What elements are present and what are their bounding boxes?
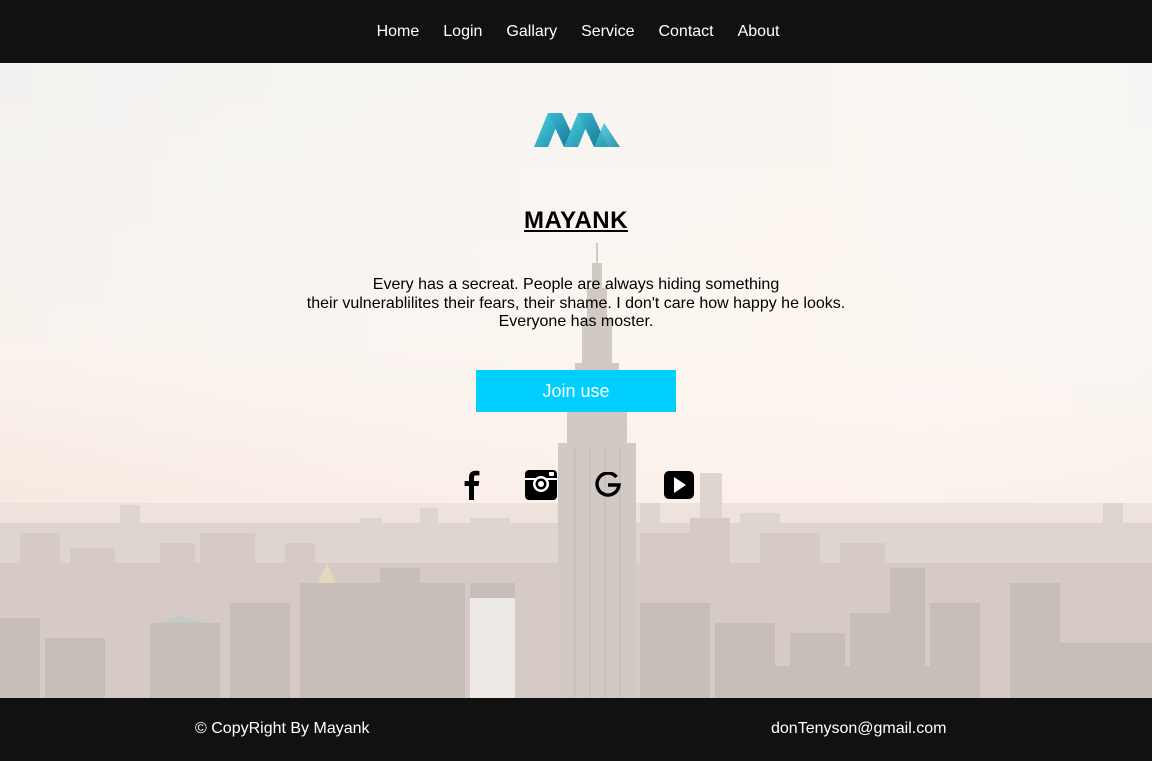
facebook-icon[interactable] xyxy=(458,467,486,503)
hero-description: Every has a secreat. People are always h… xyxy=(0,276,1152,332)
hero-text-line: Everyone has moster. xyxy=(498,313,654,330)
nav-link-contact[interactable]: Contact xyxy=(658,22,713,42)
nav-link-login[interactable]: Login xyxy=(443,22,482,42)
hero-section: MAYANK Every has a secreat. People are a… xyxy=(0,63,1152,698)
nav-menu: Home Login Gallary Service Contact About xyxy=(361,22,792,42)
footer: © CopyRight By Mayank donTenyson@gmail.c… xyxy=(0,698,1152,761)
page: Home Login Gallary Service Contact About xyxy=(0,0,1152,761)
nav-link-about[interactable]: About xyxy=(738,22,780,42)
nav-link-gallery[interactable]: Gallary xyxy=(506,22,557,42)
hero-title: MAYANK xyxy=(524,207,628,234)
footer-email-link[interactable]: donTenyson@gmail.com xyxy=(771,720,946,738)
instagram-icon[interactable] xyxy=(523,467,559,503)
footer-copyright: © CopyRight By Mayank xyxy=(195,720,370,737)
mm-logo-icon xyxy=(532,111,622,149)
nav-link-service[interactable]: Service xyxy=(581,22,634,42)
hero-text-line: their vulnerablilites their fears, their… xyxy=(306,294,846,312)
hero-text-line: Every has a secreat. People are always h… xyxy=(372,276,780,293)
top-navbar: Home Login Gallary Service Contact About xyxy=(0,0,1152,63)
join-button[interactable]: Join use xyxy=(476,370,676,412)
nav-link-home[interactable]: Home xyxy=(377,22,420,42)
youtube-icon[interactable] xyxy=(662,467,696,503)
google-icon[interactable] xyxy=(593,467,623,503)
